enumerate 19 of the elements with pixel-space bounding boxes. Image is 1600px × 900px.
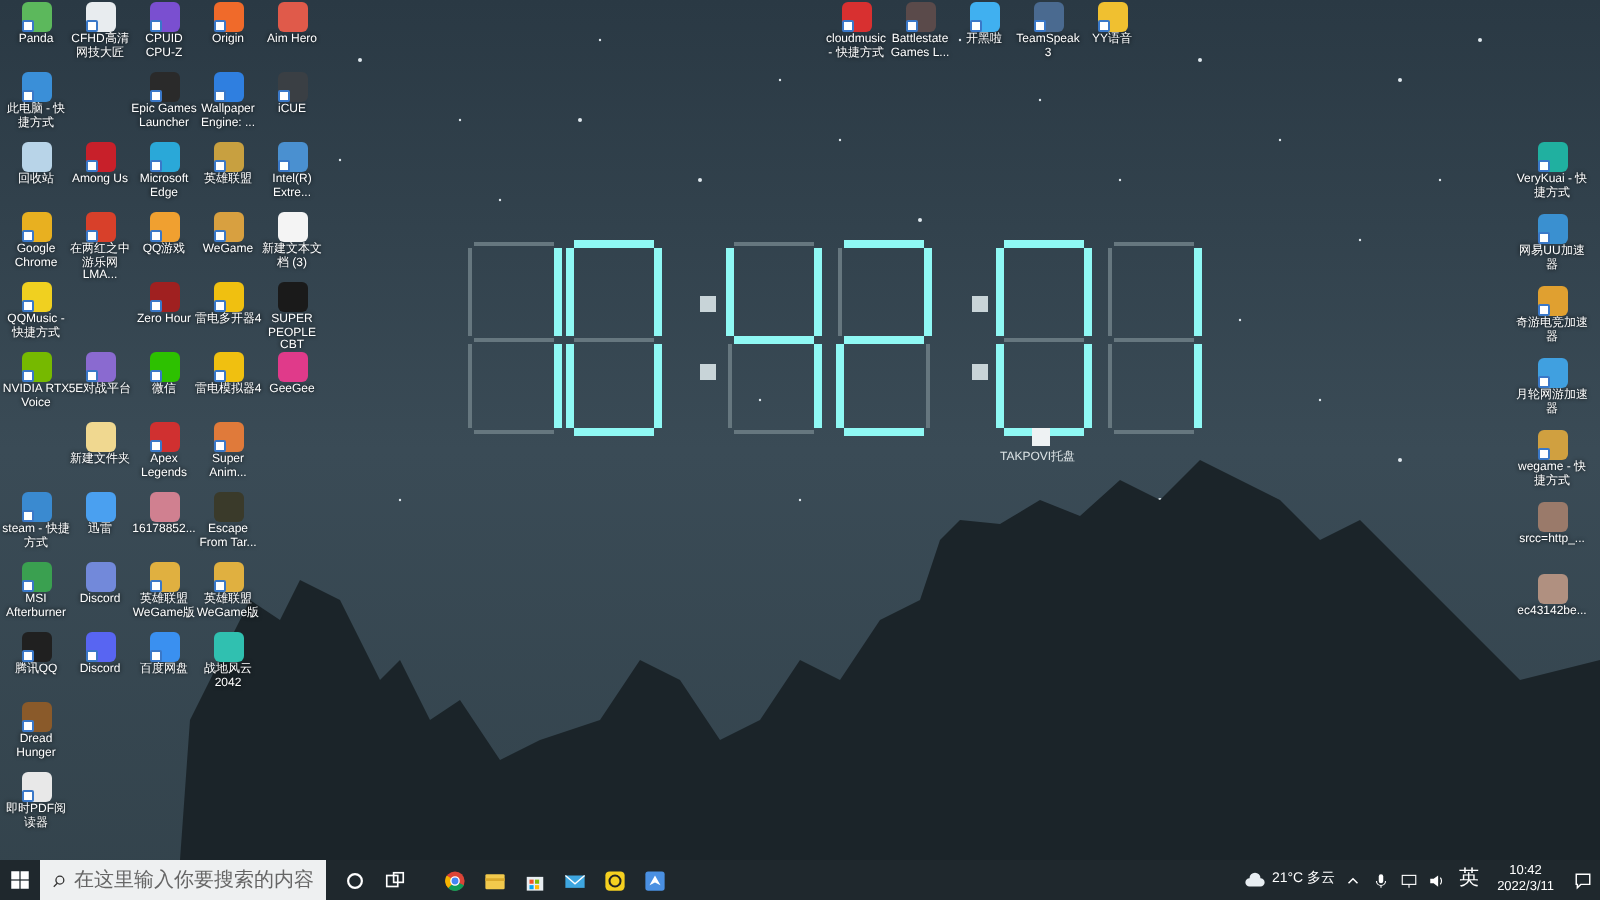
task-view-icon bbox=[383, 869, 405, 891]
input-method-button[interactable]: 英 bbox=[1455, 868, 1484, 892]
ring-app-icon bbox=[603, 869, 625, 891]
cloud-icon bbox=[1243, 869, 1266, 891]
notification-icon bbox=[1573, 871, 1591, 889]
tray-square-icon bbox=[1032, 428, 1050, 446]
network-icon bbox=[1400, 871, 1419, 889]
chrome-icon bbox=[443, 869, 465, 891]
clock-colon bbox=[700, 296, 716, 380]
search-field[interactable]: 在这里输入你要搜索的内容 bbox=[40, 860, 326, 900]
mail-icon bbox=[563, 869, 585, 891]
search-icon bbox=[52, 871, 66, 889]
clock-colon bbox=[972, 296, 988, 380]
windows-icon bbox=[10, 870, 30, 890]
folder-icon bbox=[483, 869, 505, 891]
microphone-icon bbox=[1372, 871, 1391, 889]
bird-app-icon bbox=[643, 869, 665, 891]
cortana-icon bbox=[343, 869, 365, 891]
volume-icon bbox=[1428, 871, 1447, 889]
